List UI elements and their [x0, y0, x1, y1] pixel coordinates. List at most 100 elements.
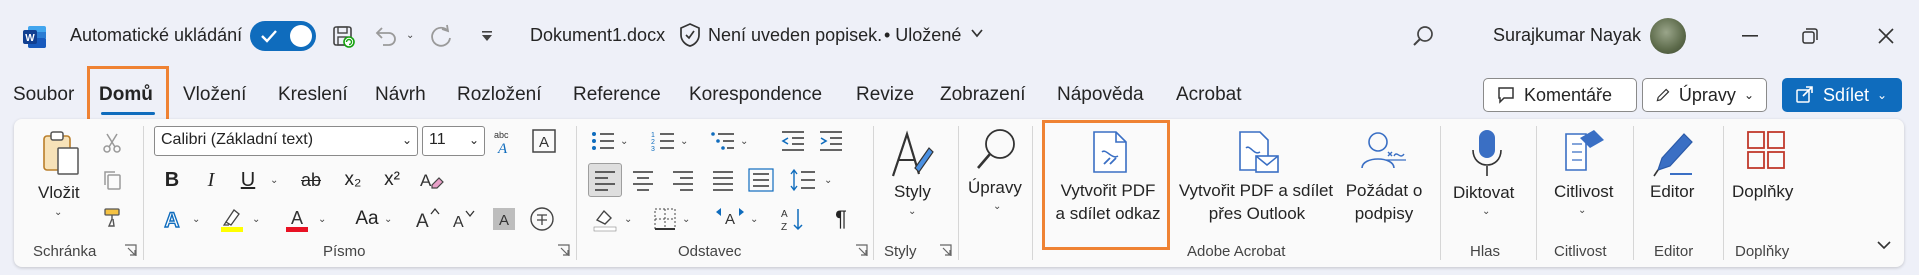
italic-button[interactable]: I [196, 165, 226, 195]
save-icon[interactable] [327, 20, 359, 52]
bold-button[interactable]: B [157, 165, 187, 195]
font-family-combo[interactable]: Calibri (Základní text) ⌄ [154, 126, 418, 156]
editor-pen-icon[interactable] [1650, 128, 1696, 183]
align-right-icon[interactable] [668, 165, 698, 195]
text-effect-icon[interactable]: A [157, 204, 187, 234]
share-button[interactable]: Sdílet ⌄ [1782, 78, 1902, 112]
create-pdf-outlook-line1[interactable]: Vytvořit PDF a sdílet [1173, 180, 1339, 202]
create-pdf-share-line2[interactable]: a sdílet odkaz [1054, 203, 1162, 225]
styles-gallery-icon[interactable] [889, 128, 935, 185]
editing-dropdown-icon[interactable]: ⌄ [993, 201, 1001, 212]
autosave-toggle[interactable] [250, 21, 316, 51]
underline-button[interactable]: U [233, 165, 263, 195]
numbering-dropdown-icon[interactable]: ⌄ [680, 136, 688, 147]
request-signatures-line2[interactable]: podpisy [1342, 203, 1426, 225]
justify-icon[interactable] [708, 165, 738, 195]
undo-icon[interactable] [370, 20, 402, 52]
sort-icon[interactable]: AZ [778, 204, 808, 234]
line-spacing-dropdown-icon[interactable]: ⌄ [824, 175, 832, 186]
font-color-dropdown-icon[interactable]: ⌄ [318, 214, 326, 225]
shading-icon[interactable] [590, 204, 620, 234]
request-signatures-icon[interactable] [1360, 130, 1408, 179]
tab-vlozeni[interactable]: Vložení [183, 84, 246, 106]
underline-dropdown-icon[interactable]: ⌄ [270, 175, 278, 186]
paste-label[interactable]: Vložit [38, 182, 80, 204]
label-status[interactable]: Není uveden popisek. [708, 25, 882, 46]
create-pdf-share-link-icon[interactable] [1090, 130, 1130, 179]
font-size-combo[interactable]: 11 ⌄ [422, 126, 485, 156]
tab-zobrazeni[interactable]: Zobrazení [940, 84, 1026, 106]
dictate-label[interactable]: Diktovat [1453, 182, 1514, 204]
find-magnifier-icon[interactable] [974, 126, 1020, 177]
copy-icon[interactable] [97, 165, 127, 195]
addins-button-label[interactable]: Doplňky [1732, 181, 1793, 203]
grow-font-icon[interactable]: A [413, 204, 443, 234]
create-pdf-share-line1[interactable]: Vytvořit PDF [1056, 180, 1160, 202]
styles-label[interactable]: Styly [894, 181, 931, 203]
text-effect-dropdown-icon[interactable]: ⌄ [192, 214, 200, 225]
editing-group-label[interactable]: Úpravy [968, 177, 1022, 199]
search-icon[interactable] [1407, 20, 1439, 52]
distributed-icon[interactable] [746, 165, 776, 195]
editing-mode-button[interactable]: Úpravy ⌄ [1642, 78, 1767, 112]
character-spacing-icon[interactable]: A [715, 204, 745, 234]
create-pdf-outlook-icon[interactable] [1236, 130, 1280, 179]
font-color-icon[interactable]: A [282, 204, 312, 234]
text-effects-eraser-icon[interactable]: A [417, 165, 447, 195]
enclose-characters-icon[interactable] [527, 204, 557, 234]
dictate-dropdown-icon[interactable]: ⌄ [1482, 206, 1490, 217]
change-case-dropdown-icon[interactable]: ⌄ [384, 214, 392, 225]
request-signatures-line1[interactable]: Požádat o [1342, 180, 1426, 202]
styles-dropdown-icon[interactable]: ⌄ [908, 206, 916, 217]
sensitivity-label-icon[interactable] [1562, 128, 1606, 181]
customize-quick-access-icon[interactable] [471, 20, 503, 52]
increase-indent-icon[interactable] [816, 126, 846, 156]
numbering-icon[interactable]: 123 [648, 126, 678, 156]
minimize-icon[interactable] [1730, 18, 1770, 54]
shrink-font-icon[interactable]: A [449, 204, 479, 234]
tab-domu[interactable]: Domů [99, 84, 153, 106]
tab-navrh[interactable]: Návrh [375, 84, 426, 106]
user-name[interactable]: Surajkumar Nayak [1493, 25, 1641, 46]
paragraph-launcher-icon[interactable] [855, 244, 868, 257]
highlight-color-icon[interactable] [217, 204, 247, 234]
highlight-dropdown-icon[interactable]: ⌄ [252, 214, 260, 225]
undo-dropdown-icon[interactable]: ⌄ [406, 30, 414, 41]
tab-rozlozeni[interactable]: Rozložení [457, 84, 542, 106]
redo-icon[interactable] [425, 20, 457, 52]
change-case-button[interactable]: Aa [345, 204, 389, 234]
restore-icon[interactable] [1790, 18, 1830, 54]
character-spacing-dropdown-icon[interactable]: ⌄ [750, 214, 758, 225]
superscript-button[interactable]: x² [377, 165, 407, 195]
subscript-button[interactable]: x₂ [338, 165, 368, 195]
saved-status[interactable]: • Uložené [884, 25, 961, 46]
bullets-dropdown-icon[interactable]: ⌄ [620, 136, 628, 147]
sensitivity-dropdown-icon[interactable]: ⌄ [1578, 205, 1586, 216]
tab-napoveda[interactable]: Nápověda [1057, 84, 1144, 106]
bullets-icon[interactable] [588, 126, 618, 156]
tab-revize[interactable]: Revize [856, 84, 914, 106]
close-icon[interactable] [1866, 18, 1906, 54]
paste-dropdown-icon[interactable]: ⌄ [54, 207, 62, 218]
multilevel-dropdown-icon[interactable]: ⌄ [740, 136, 748, 147]
borders-dropdown-icon[interactable]: ⌄ [682, 214, 690, 225]
borders-icon[interactable] [650, 204, 680, 234]
tab-korespondence[interactable]: Korespondence [689, 84, 822, 106]
cut-icon[interactable] [97, 128, 127, 158]
editor-button-label[interactable]: Editor [1650, 181, 1694, 203]
document-name[interactable]: Dokument1.docx [530, 25, 665, 46]
comments-button[interactable]: Komentáře [1483, 78, 1637, 112]
multilevel-list-icon[interactable] [708, 126, 738, 156]
styles-launcher-icon[interactable] [939, 244, 952, 257]
user-avatar[interactable] [1650, 18, 1686, 54]
line-spacing-icon[interactable] [788, 165, 818, 195]
decrease-indent-icon[interactable] [778, 126, 808, 156]
sensitivity-button-label[interactable]: Citlivost [1554, 181, 1614, 203]
word-logo-icon[interactable]: W [22, 24, 48, 50]
tab-reference[interactable]: Reference [573, 84, 661, 106]
align-center-icon[interactable] [628, 165, 658, 195]
tab-kresleni[interactable]: Kreslení [278, 84, 348, 106]
shading-dropdown-icon[interactable]: ⌄ [624, 214, 632, 225]
font-launcher-icon[interactable] [557, 244, 570, 257]
clipboard-launcher-icon[interactable] [124, 244, 137, 257]
